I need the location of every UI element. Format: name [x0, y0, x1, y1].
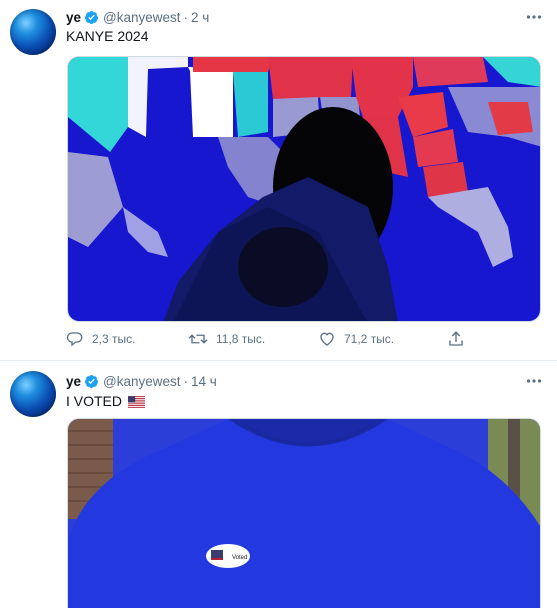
tweet-text: I VOTED [66, 393, 145, 409]
tweet[interactable]: ye @kanyewest · 14 ч I VOTED Voted [0, 360, 557, 608]
display-name[interactable]: ye [66, 10, 81, 25]
tweet-header: ye @kanyewest · 14 ч [66, 372, 217, 390]
share-button[interactable] [447, 330, 473, 348]
us-flag-icon [127, 396, 145, 408]
svg-text:Voted: Voted [232, 555, 247, 561]
retweet-button[interactable]: 11,8 тыс. [188, 330, 265, 348]
avatar[interactable] [10, 9, 56, 55]
more-options-icon[interactable] [525, 372, 543, 390]
reply-button[interactable]: 2,3 тыс. [66, 330, 135, 348]
like-count: 71,2 тыс. [344, 332, 395, 346]
retweet-count: 11,8 тыс. [216, 332, 266, 346]
user-handle[interactable]: @kanyewest [103, 10, 181, 25]
voted-hoodie-photo: Voted [68, 419, 540, 608]
verified-badge-icon [84, 10, 99, 24]
timestamp[interactable]: 2 ч [191, 10, 209, 25]
tweet-actions: 2,3 тыс. 11,8 тыс. 71,2 тыс. [66, 330, 486, 352]
election-map-photo [68, 57, 540, 321]
tweet-text-content: I VOTED [66, 393, 123, 409]
more-options-icon[interactable] [525, 8, 543, 26]
timestamp[interactable]: 14 ч [191, 374, 217, 389]
verified-badge-icon [84, 374, 99, 388]
share-icon [449, 331, 463, 346]
reply-icon [66, 332, 83, 347]
user-handle[interactable]: @kanyewest [103, 374, 181, 389]
tweet-image[interactable] [67, 56, 541, 322]
like-button[interactable]: 71,2 тыс. [318, 330, 394, 348]
tweet[interactable]: ye @kanyewest · 2 ч KANYE 2024 2,3 тыс. … [0, 0, 557, 360]
tweet-image[interactable]: Voted [67, 418, 541, 608]
tweet-header: ye @kanyewest · 2 ч [66, 8, 209, 26]
avatar[interactable] [10, 371, 56, 417]
reply-count: 2,3 тыс. [92, 332, 136, 346]
tweet-text: KANYE 2024 [66, 28, 149, 44]
separator: · [183, 9, 189, 25]
heart-icon [320, 332, 334, 346]
retweet-icon [188, 334, 208, 344]
display-name[interactable]: ye [66, 374, 81, 389]
separator: · [183, 373, 189, 389]
